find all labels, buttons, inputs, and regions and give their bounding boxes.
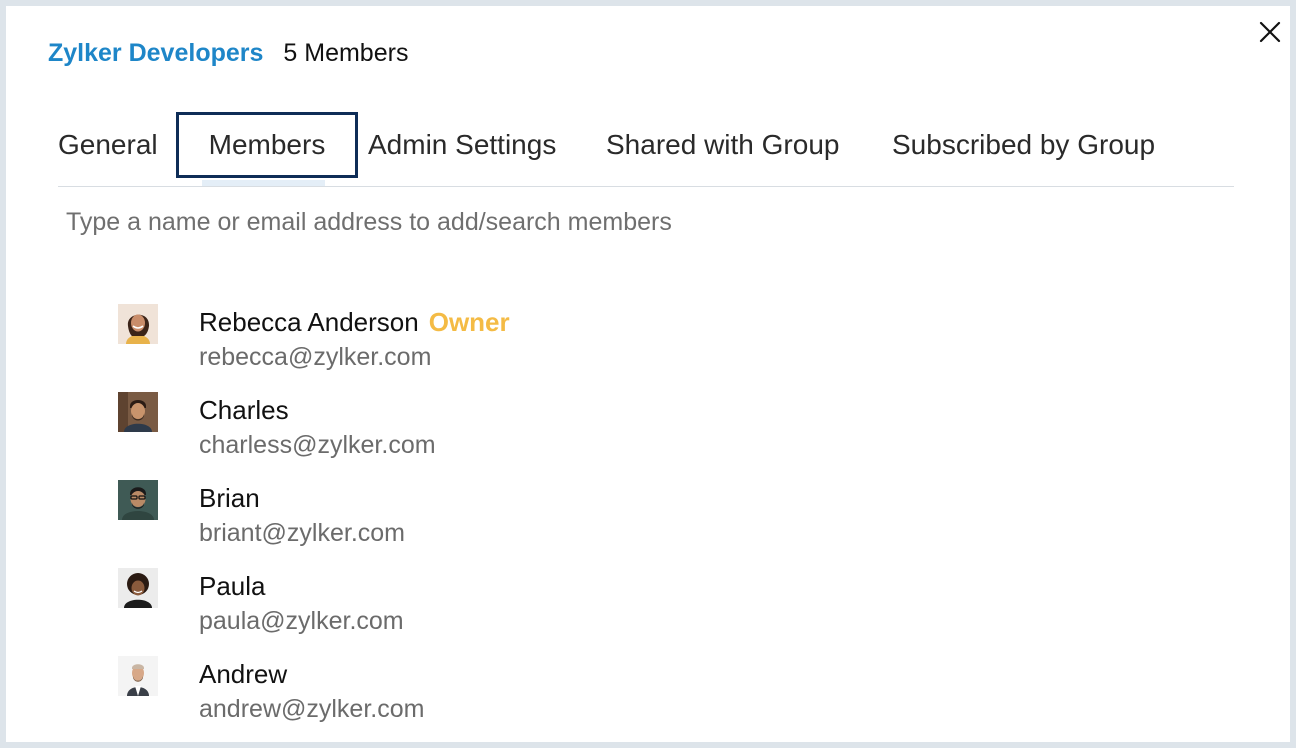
member-row[interactable]: Brian briant@zylker.com [118,478,1118,566]
owner-badge: Owner [428,307,510,337]
tab-admin-settings[interactable]: Admin Settings [368,112,556,178]
tab-shared-with-group[interactable]: Shared with Group [606,112,839,178]
tab-members[interactable]: Members [176,112,358,186]
member-name: Paula [199,571,266,601]
close-button[interactable] [1256,18,1284,46]
member-email: charless@zylker.com [199,431,436,459]
member-count: 5 Members [283,38,409,67]
member-row[interactable]: Charles charless@zylker.com [118,390,1118,478]
avatar [118,480,158,520]
member-name: Andrew [199,659,288,689]
member-name-row: Paula [199,570,266,602]
member-email: paula@zylker.com [199,607,404,635]
tab-subscribed-by-group[interactable]: Subscribed by Group [892,112,1155,178]
member-name: Brian [199,483,260,513]
member-row[interactable]: Andrew andrew@zylker.com [118,654,1118,742]
member-name-row: Rebecca Anderson Owner [199,306,510,338]
avatar [118,568,158,608]
member-name: Rebecca Anderson [199,307,419,337]
member-email: rebecca@zylker.com [199,343,432,371]
member-row[interactable]: Paula paula@zylker.com [118,566,1118,654]
member-name-row: Charles [199,394,289,426]
member-list: Rebecca Anderson Owner rebecca@zylker.com… [118,302,1118,742]
avatar [118,392,158,432]
avatar [118,304,158,344]
tab-bar: General Members Admin Settings Shared wi… [58,112,1234,187]
member-search-input[interactable] [66,204,966,240]
member-row[interactable]: Rebecca Anderson Owner rebecca@zylker.com [118,302,1118,390]
dialog-header: Zylker Developers 5 Members [48,36,408,70]
member-name-row: Brian [199,482,260,514]
group-members-dialog: Zylker Developers 5 Members General Memb… [6,6,1290,742]
member-name-row: Andrew [199,658,287,690]
avatar [118,656,158,696]
member-email: andrew@zylker.com [199,695,425,723]
tab-general[interactable]: General [58,112,158,178]
close-icon [1259,21,1281,43]
group-name: Zylker Developers [48,38,264,67]
member-email: briant@zylker.com [199,519,405,547]
member-name: Charles [199,395,289,425]
